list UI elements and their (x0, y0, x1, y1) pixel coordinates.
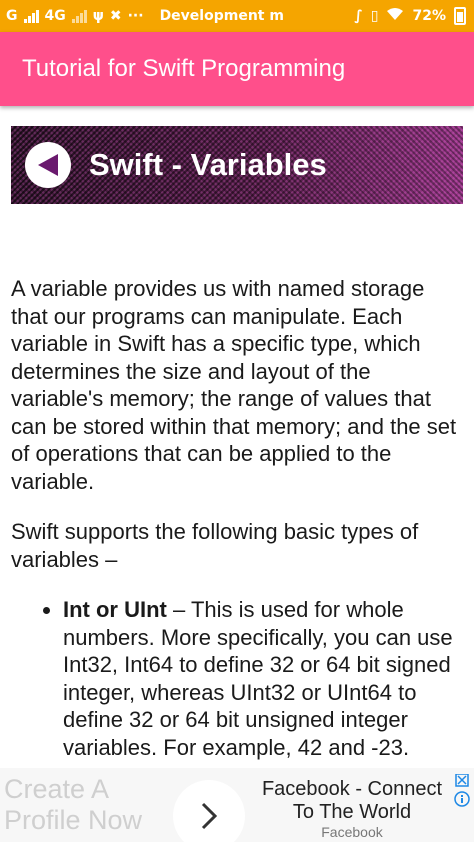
notification-text: Development m (159, 8, 284, 24)
carrier-label: G (6, 8, 18, 24)
more-notifications-icon: ··· (127, 8, 144, 24)
bluetooth-icon: ∫ (354, 8, 363, 24)
ad-advertiser: Facebook (321, 824, 383, 840)
paragraph: Swift supports the following basic types… (11, 519, 419, 572)
network-label: 4G (44, 8, 66, 24)
ad-text-block[interactable]: Facebook - Connect To The World Facebook (252, 778, 452, 840)
ad-open-button[interactable] (173, 780, 245, 842)
chevron-right-icon (201, 802, 218, 830)
list-item: Int or UInt – This is used for whole num… (63, 596, 467, 761)
ad-left-text[interactable]: Create A Profile Now (4, 774, 169, 836)
wifi-icon (386, 7, 404, 25)
ad-title: Facebook - Connect To The World (261, 778, 443, 823)
app-bar: Tutorial for Swift Programming (0, 32, 474, 106)
tools-icon: ✖ (109, 8, 122, 24)
signal-icon (23, 9, 39, 23)
list-item-term: Int or UInt (63, 597, 167, 622)
paragraph: A variable provides us with named storag… (11, 276, 457, 494)
types-list: Int or UInt – This is used for whole num… (11, 596, 467, 761)
vibrate-icon: ▯ (370, 8, 379, 24)
topic-banner: Swift - Variables (11, 126, 463, 204)
usb-icon: ψ (92, 8, 104, 24)
banner-title: Swift - Variables (89, 147, 327, 182)
status-bar: G 4G ψ ✖ ··· Development m ∫ ▯ 72% (0, 0, 474, 32)
signal-icon-2 (71, 9, 87, 23)
ad-info-icon[interactable] (453, 773, 471, 813)
article-content: A variable provides us with named storag… (11, 275, 467, 761)
ad-banner[interactable]: Create A Profile Now Facebook - Connect … (0, 768, 474, 842)
back-triangle-icon[interactable] (25, 142, 71, 188)
app-title: Tutorial for Swift Programming (22, 55, 346, 82)
battery-icon (454, 7, 466, 25)
battery-percent: 72% (412, 8, 446, 24)
